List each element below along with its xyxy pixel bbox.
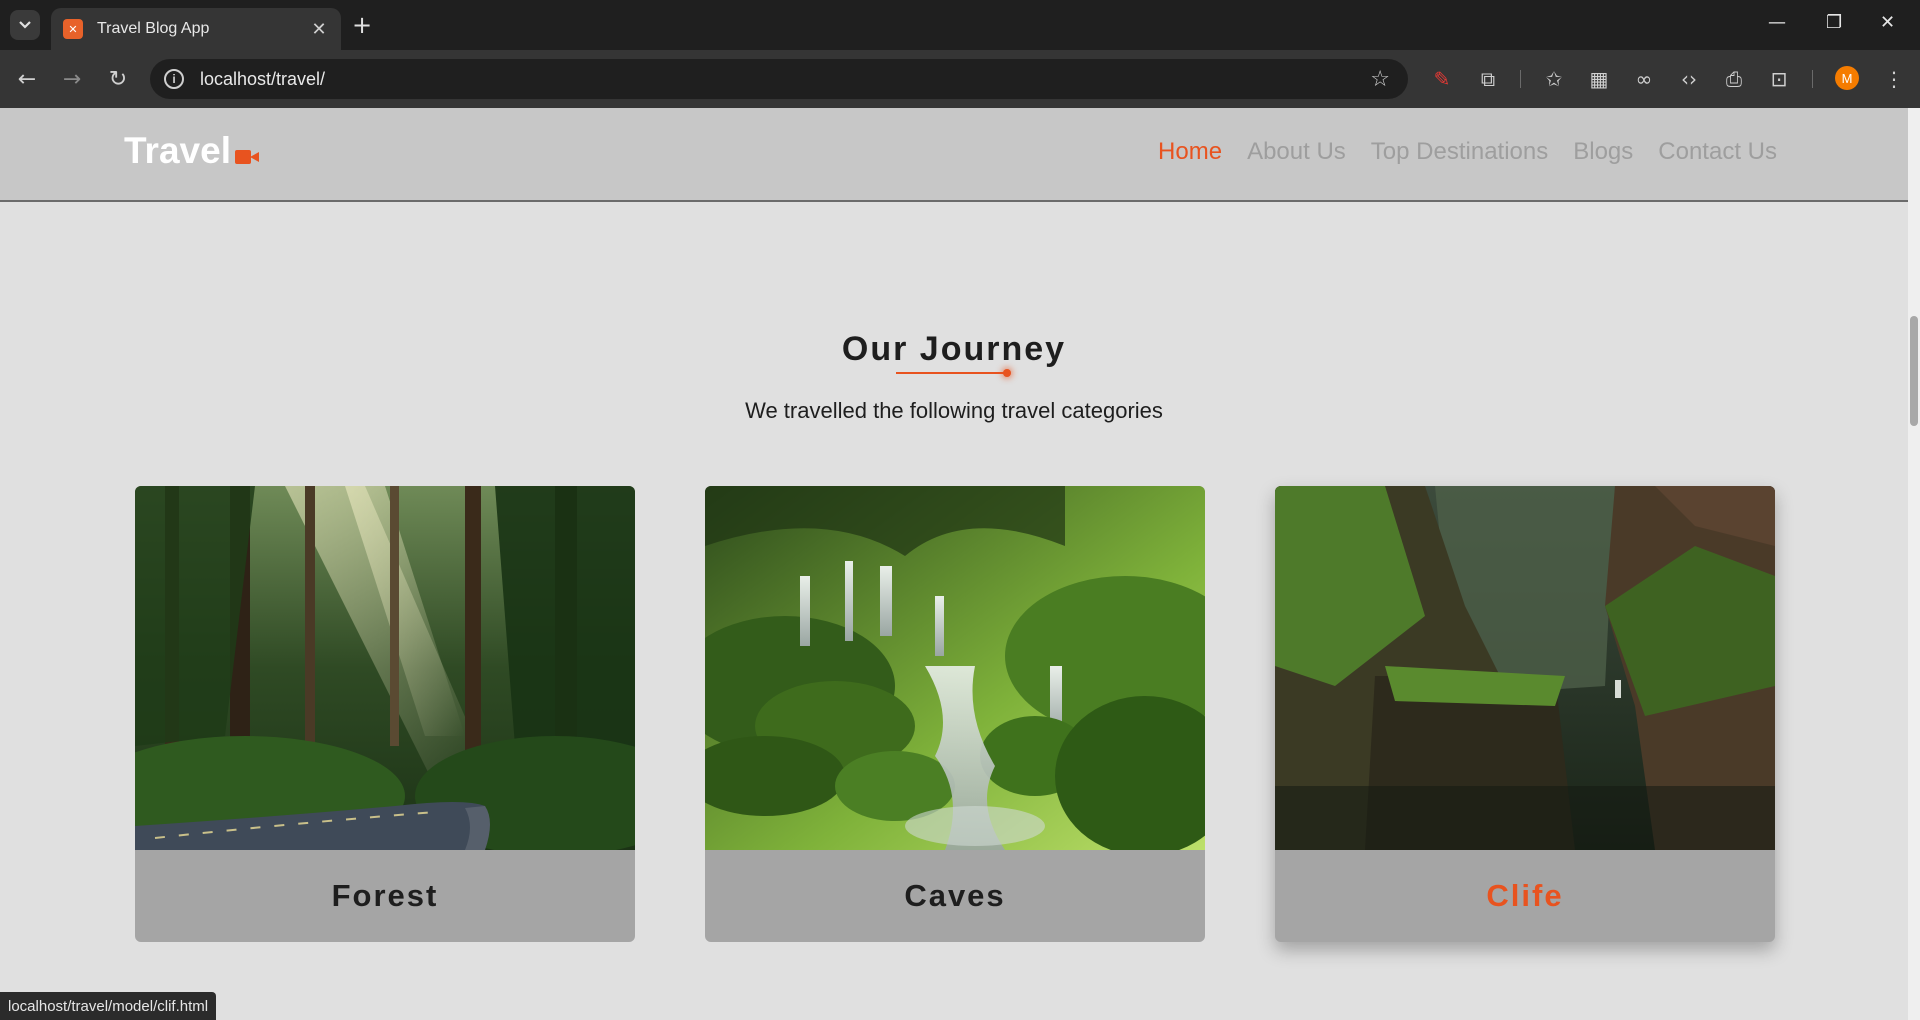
category-card-forest[interactable]: Forest [135,486,635,942]
restore-icon[interactable]: ❐ [1826,12,1842,33]
browser-tab[interactable]: ✕ Travel Blog App ✕ [51,8,341,50]
logo-text: Travel [124,130,231,171]
forward-arrow-icon[interactable]: → [57,64,87,94]
scrollbar-thumb[interactable] [1910,316,1918,426]
profile-avatar[interactable]: M [1835,66,1859,90]
forest-road-image [135,486,635,850]
url-text[interactable]: localhost/travel/ [200,69,1370,90]
nav-home[interactable]: Home [1158,138,1222,166]
toolbar-divider [1520,70,1521,88]
tab-title: Travel Blog App [97,20,210,37]
xampp-favicon-icon: ✕ [63,19,83,39]
chevron-down-icon [19,21,31,29]
canyon-cliff-image [1275,486,1775,850]
section-subtitle: We travelled the following travel catego… [745,398,1163,423]
reload-icon[interactable]: ↻ [103,64,133,94]
video-camera-icon [234,150,259,164]
site-header: Travel Home About Us Top Destinations Bl… [0,108,1908,202]
site-logo[interactable]: Travel [124,130,259,172]
code-icon[interactable]: ‹› [1675,65,1703,93]
card-label: Clife [1486,878,1564,913]
link-icon[interactable]: ∞ [1630,65,1658,93]
tab-search-button[interactable] [10,10,40,40]
page-scrollbar[interactable] [1908,108,1920,1020]
back-arrow-icon[interactable]: ← [12,64,42,94]
print-icon[interactable]: ⎙ [1720,65,1748,93]
menu-kebab-icon[interactable]: ⋮ [1880,65,1908,93]
title-underline [896,372,1008,374]
site-info-icon[interactable]: i [164,69,184,89]
nav-contact-us[interactable]: Contact Us [1658,138,1777,166]
toolbar-divider [1812,70,1813,88]
pen-extension-icon[interactable]: ✎ [1428,65,1456,93]
extensions-puzzle-icon[interactable]: ⧉ [1474,65,1502,93]
nav-top-destinations[interactable]: Top Destinations [1371,138,1548,166]
title-underline-dot [1003,369,1011,377]
address-bar[interactable]: i localhost/travel/ ☆ [150,59,1408,99]
qr-code-icon[interactable]: ▦ [1585,65,1613,93]
status-bar-url: localhost/travel/model/clif.html [0,992,217,1020]
minimize-icon[interactable]: — [1768,12,1786,33]
close-tab-icon[interactable]: ✕ [309,19,329,40]
browser-tab-bar: ✕ Travel Blog App ✕ + — ❐ ✕ [0,0,1920,50]
screenshot-icon[interactable]: ⊡ [1765,65,1793,93]
bookmarks-icon[interactable]: ✩ [1540,65,1568,93]
nav-about-us[interactable]: About Us [1247,138,1346,166]
bookmark-star-icon[interactable]: ☆ [1370,67,1390,92]
main-nav: Home About Us Top Destinations Blogs Con… [1158,138,1777,166]
new-tab-button[interactable]: + [352,12,372,38]
card-label: Forest [331,878,439,913]
section-title: Our Journey [841,330,1067,368]
category-card-caves[interactable]: Caves [705,486,1205,942]
close-window-icon[interactable]: ✕ [1880,12,1895,33]
waterfall-moss-image [705,486,1205,850]
web-page: Travel Home About Us Top Destinations Bl… [0,108,1908,1020]
browser-toolbar: ← → ↻ i localhost/travel/ ☆ ✎ ⧉ ✩ ▦ ∞ ‹›… [0,50,1920,108]
nav-blogs[interactable]: Blogs [1573,138,1633,166]
category-card-clife[interactable]: Clife [1275,486,1775,942]
card-label: Caves [904,878,1006,913]
